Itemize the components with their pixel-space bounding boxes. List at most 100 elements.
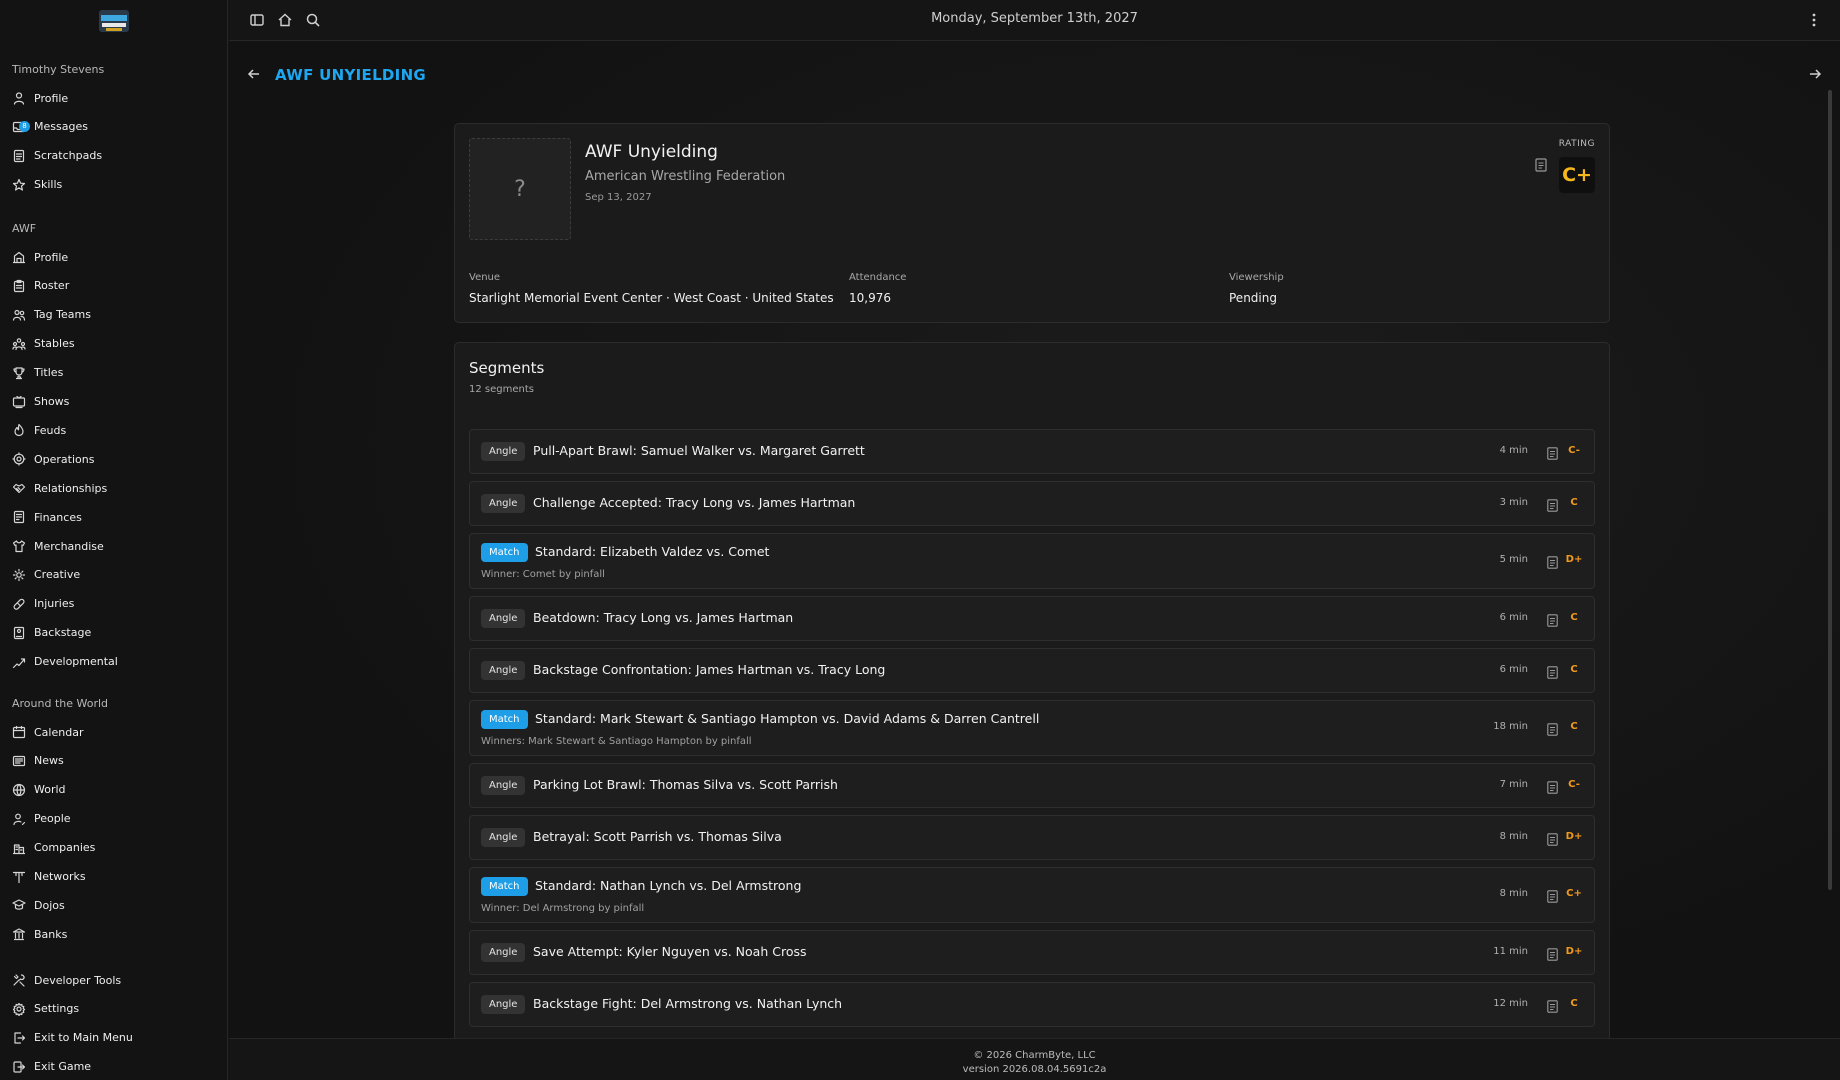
segment-notes-icon[interactable] xyxy=(1547,612,1558,627)
segment-type-tag: Angle xyxy=(481,776,526,795)
sidebar-item-exit-to-main-menu[interactable]: Exit to Main Menu xyxy=(12,1026,222,1050)
bank-icon xyxy=(12,928,26,941)
segment-notes-icon[interactable] xyxy=(1547,497,1558,512)
sidebar-item-world-networks[interactable]: Networks xyxy=(12,865,222,889)
segments-heading: Segments xyxy=(469,359,545,377)
segment-row[interactable]: Match Standard: Mark Stewart & Santiago H… xyxy=(469,700,1595,756)
segment-duration: 8 min xyxy=(1499,888,1528,899)
segment-row[interactable]: Angle Parking Lot Brawl: Thomas Silva vs.… xyxy=(469,763,1595,808)
segment-type-tag: Match xyxy=(481,543,528,562)
sidebar-item-world-news[interactable]: News xyxy=(12,749,222,773)
sidebar-item-world-people[interactable]: People xyxy=(12,807,222,831)
segment-notes-icon[interactable] xyxy=(1547,831,1558,846)
segment-result: Winners: Mark Stewart & Santiago Hampton… xyxy=(481,736,752,747)
sidebar-item-awf-developmental[interactable]: Developmental xyxy=(12,650,222,674)
sidebar-item-awf-titles[interactable]: Titles xyxy=(12,361,222,385)
sidebar-item-awf-tag-teams[interactable]: Tag Teams xyxy=(12,303,222,327)
scrollbar[interactable] xyxy=(1828,90,1832,890)
segment-row[interactable]: Angle Backstage Confrontation: James Hart… xyxy=(469,648,1595,693)
segment-type-tag: Angle xyxy=(481,494,526,513)
game-logo[interactable] xyxy=(96,6,132,36)
show-rating-badge: C+ xyxy=(1559,157,1595,193)
sidebar-item-awf-stables[interactable]: Stables xyxy=(12,332,222,356)
sidebar-item-label: Networks xyxy=(34,870,86,883)
exit-icon xyxy=(14,1032,26,1044)
newspaper-icon xyxy=(12,755,26,766)
segment-notes-icon[interactable] xyxy=(1547,721,1558,736)
sidebar-item-user-profile[interactable]: Profile xyxy=(12,86,222,110)
segment-title: Pull-Apart Brawl: Samuel Walker vs. Marg… xyxy=(533,443,865,458)
segment-row[interactable]: Angle Save Attempt: Kyler Nguyen vs. Noah… xyxy=(469,930,1595,975)
sidebar-item-awf-shows[interactable]: Shows xyxy=(12,390,222,414)
sidebar-item-world-companies[interactable]: Companies xyxy=(12,836,222,860)
sidebar-item-world-banks[interactable]: Banks xyxy=(12,922,222,946)
user-icon xyxy=(13,92,25,105)
unread-badge: 8 xyxy=(19,120,30,132)
sidebar-item-user-skills[interactable]: Skills xyxy=(12,173,222,197)
segment-notes-icon[interactable] xyxy=(1547,664,1558,679)
sidebar-item-developer-tools[interactable]: Developer Tools xyxy=(12,968,222,992)
notes-icon[interactable] xyxy=(1535,158,1547,172)
segment-grade: D+ xyxy=(1565,831,1583,842)
version-text: version 2026.08.04.5691c2a xyxy=(962,1064,1107,1075)
segment-notes-icon[interactable] xyxy=(1547,998,1558,1013)
sidebar-item-world-calendar[interactable]: Calendar xyxy=(12,720,222,744)
sidebar-item-awf-operations[interactable]: Operations xyxy=(12,447,222,471)
show-name: AWF Unyielding xyxy=(585,142,718,162)
show-info-card: ? AWF Unyielding American Wrestling Fede… xyxy=(454,123,1610,323)
segment-row[interactable]: Angle Betrayal: Scott Parrish vs. Thomas … xyxy=(469,815,1595,860)
forward-arrow-icon[interactable] xyxy=(1808,67,1822,81)
segment-grade: C- xyxy=(1568,779,1580,790)
segment-row[interactable]: Match Standard: Elizabeth Valdez vs. Come… xyxy=(469,533,1595,589)
segment-row[interactable]: Angle Beatdown: Tracy Long vs. James Hart… xyxy=(469,596,1595,641)
sidebar-item-user-scratchpads[interactable]: Scratchpads xyxy=(12,144,222,168)
sidebar-item-exit-game[interactable]: Exit Game xyxy=(12,1055,222,1079)
more-menu-icon[interactable] xyxy=(1806,12,1822,28)
segment-duration: 12 min xyxy=(1493,998,1528,1009)
segment-type-tag: Match xyxy=(481,877,528,896)
sidebar-item-awf-feuds[interactable]: Feuds xyxy=(12,418,222,442)
segment-row[interactable]: Angle Challenge Accepted: Tracy Long vs. … xyxy=(469,481,1595,526)
sidebar-item-label: Tag Teams xyxy=(34,308,91,322)
sidebar-item-label: Calendar xyxy=(34,725,84,739)
sidebar-item-awf-merchandise[interactable]: Merchandise xyxy=(12,534,222,558)
sidebar-item-awf-injuries[interactable]: Injuries xyxy=(12,592,222,616)
segment-title: Save Attempt: Kyler Nguyen vs. Noah Cros… xyxy=(533,944,807,959)
segment-row[interactable]: Match Standard: Nathan Lynch vs. Del Arms… xyxy=(469,867,1595,923)
sidebar-item-world-dojos[interactable]: Dojos xyxy=(12,893,222,917)
segment-notes-icon[interactable] xyxy=(1547,445,1558,460)
logout-icon xyxy=(13,1061,26,1073)
notepad-icon xyxy=(13,149,25,162)
show-poster-placeholder[interactable]: ? xyxy=(469,138,571,240)
sidebar-item-awf-profile[interactable]: Profile xyxy=(12,245,222,269)
sidebar-item-world-world[interactable]: World xyxy=(12,778,222,802)
sidebar-item-awf-finances[interactable]: Finances xyxy=(12,505,222,529)
segment-notes-icon[interactable] xyxy=(1547,554,1558,569)
sidebar: Timothy Stevens Profile 8 Messages Scratchp… xyxy=(0,0,228,1080)
segment-type-tag: Angle xyxy=(481,609,526,628)
segment-type-tag: Angle xyxy=(481,442,526,461)
sidebar-item-label: Creative xyxy=(34,568,81,582)
segment-notes-icon[interactable] xyxy=(1547,779,1558,794)
sidebar-item-awf-relationships[interactable]: Relationships xyxy=(12,476,222,500)
sidebar-item-user-messages[interactable]: 8 Messages xyxy=(12,115,222,139)
segment-row[interactable]: Angle Backstage Fight: Del Armstrong vs. … xyxy=(469,982,1595,1027)
back-arrow-icon[interactable] xyxy=(247,67,261,81)
venue-value[interactable]: Starlight Memorial Event Center · West C… xyxy=(469,291,834,305)
segment-row[interactable]: Angle Pull-Apart Brawl: Samuel Walker vs.… xyxy=(469,429,1595,474)
rating-label: RATING xyxy=(1558,139,1595,149)
sidebar-item-awf-backstage[interactable]: Backstage xyxy=(12,621,222,645)
segment-title: Backstage Fight: Del Armstrong vs. Natha… xyxy=(533,996,843,1011)
sidebar-item-label: Developmental xyxy=(34,655,118,669)
segment-grade: D+ xyxy=(1565,554,1583,565)
segment-notes-icon[interactable] xyxy=(1547,888,1558,903)
show-promotion[interactable]: American Wrestling Federation xyxy=(585,169,785,184)
segment-result: Winner: Del Armstrong by pinfall xyxy=(481,903,645,914)
sidebar-item-awf-creative[interactable]: Creative xyxy=(12,563,222,587)
segment-notes-icon[interactable] xyxy=(1547,946,1558,961)
segment-duration: 11 min xyxy=(1493,946,1528,957)
sidebar-item-label: Banks xyxy=(34,927,68,941)
sidebar-item-awf-roster[interactable]: Roster xyxy=(12,274,222,298)
sidebar-item-label: Injuries xyxy=(34,597,75,611)
sidebar-item-settings[interactable]: Settings xyxy=(12,997,222,1021)
